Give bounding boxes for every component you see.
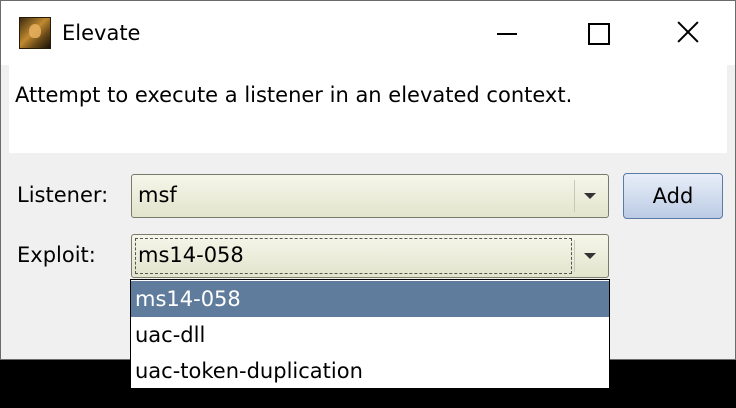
- app-icon: [19, 17, 51, 49]
- exploit-value: ms14-058: [138, 243, 244, 267]
- exploit-label: Exploit:: [17, 243, 96, 267]
- exploit-option-ms14-058[interactable]: ms14-058: [131, 281, 609, 317]
- minimize-icon: [497, 33, 517, 35]
- listener-value: msf: [138, 183, 177, 207]
- listener-label: Listener:: [17, 183, 109, 207]
- chevron-down-icon: [584, 253, 596, 259]
- exploit-select[interactable]: ms14-058: [131, 234, 609, 278]
- exploit-options-list: ms14-058 uac-dll uac-token-duplication: [130, 279, 610, 389]
- exploit-dropdown-button[interactable]: [574, 240, 604, 272]
- maximize-icon: [588, 23, 610, 45]
- description-panel: Attempt to execute a listener in an elev…: [9, 65, 727, 153]
- window-title: Elevate: [62, 21, 141, 45]
- minimize-button[interactable]: [461, 1, 553, 65]
- description-text: Attempt to execute a listener in an elev…: [15, 83, 573, 107]
- listener-dropdown-button[interactable]: [574, 180, 604, 212]
- title-bar[interactable]: Elevate: [1, 1, 735, 65]
- exploit-option-uac-token-duplication[interactable]: uac-token-duplication: [131, 353, 609, 389]
- exploit-option-uac-dll[interactable]: uac-dll: [131, 317, 609, 353]
- listener-select[interactable]: msf: [131, 174, 609, 218]
- close-button[interactable]: [643, 1, 735, 65]
- add-button[interactable]: Add: [623, 173, 723, 219]
- chevron-down-icon: [584, 193, 596, 199]
- close-icon: [677, 21, 699, 43]
- maximize-button[interactable]: [553, 1, 645, 65]
